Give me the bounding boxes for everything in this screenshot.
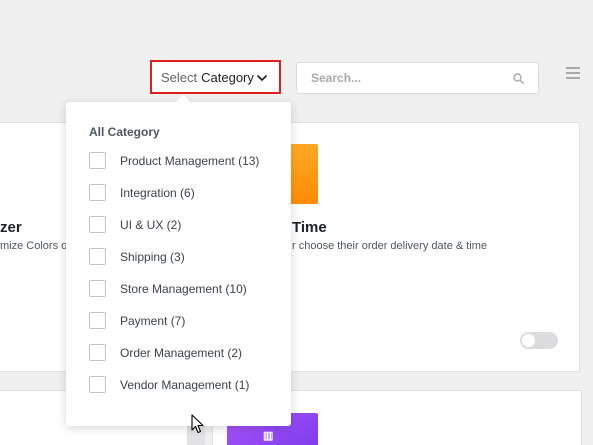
card-title-left: zer — [0, 219, 22, 236]
search-box — [296, 62, 539, 94]
chevron-down-icon — [257, 75, 267, 81]
category-dropdown: All Category Product Management (13) Int… — [66, 94, 291, 426]
category-checkbox[interactable] — [89, 152, 106, 169]
category-item[interactable]: Store Management (10) — [89, 280, 259, 312]
category-label: Vendor Management (1) — [120, 378, 250, 392]
category-checkbox[interactable] — [89, 344, 106, 361]
category-item[interactable]: Shipping (3) — [89, 248, 259, 280]
category-checkbox[interactable] — [89, 216, 106, 233]
category-checkbox[interactable] — [89, 376, 106, 393]
category-item[interactable]: Order Management (2) — [89, 344, 259, 376]
card-title-right: Time — [292, 219, 327, 236]
card-description-right: r choose their order delivery date & tim… — [292, 240, 488, 252]
search-input[interactable] — [297, 63, 538, 93]
category-item[interactable]: Payment (7) — [89, 312, 259, 344]
menu-icon[interactable] — [566, 67, 580, 81]
category-item[interactable]: Product Management (13) — [89, 152, 259, 184]
card-description-left: mize Colors o — [0, 240, 68, 252]
extension-toggle[interactable] — [520, 332, 558, 349]
thumbnail-glyph: ▥ — [263, 430, 274, 442]
category-item[interactable]: Integration (6) — [89, 184, 259, 216]
select-category-button[interactable]: Select Category — [150, 60, 281, 94]
category-label: UI & UX (2) — [120, 218, 182, 232]
category-item[interactable]: Vendor Management (1) — [89, 376, 259, 408]
category-label: Store Management (10) — [120, 282, 247, 296]
mouse-cursor-icon — [191, 414, 204, 434]
category-label: Order Management (2) — [120, 346, 243, 360]
category-checkbox[interactable] — [89, 184, 106, 201]
dropdown-heading: All Category — [89, 125, 160, 139]
category-checkbox[interactable] — [89, 312, 106, 329]
dropdown-notch — [175, 94, 191, 110]
select-category-label: Category — [201, 69, 254, 85]
category-label: Product Management (13) — [120, 154, 260, 168]
category-checkbox[interactable] — [89, 248, 106, 265]
category-item[interactable]: UI & UX (2) — [89, 216, 259, 248]
category-checkbox[interactable] — [89, 280, 106, 297]
category-label: Shipping (3) — [120, 250, 185, 264]
category-list: Product Management (13) Integration (6) … — [89, 152, 259, 408]
category-label: Payment (7) — [120, 314, 186, 328]
category-label: Integration (6) — [120, 186, 195, 200]
search-icon[interactable] — [513, 73, 524, 84]
select-category-prefix: Select — [161, 69, 198, 85]
toggle-knob — [522, 334, 535, 347]
